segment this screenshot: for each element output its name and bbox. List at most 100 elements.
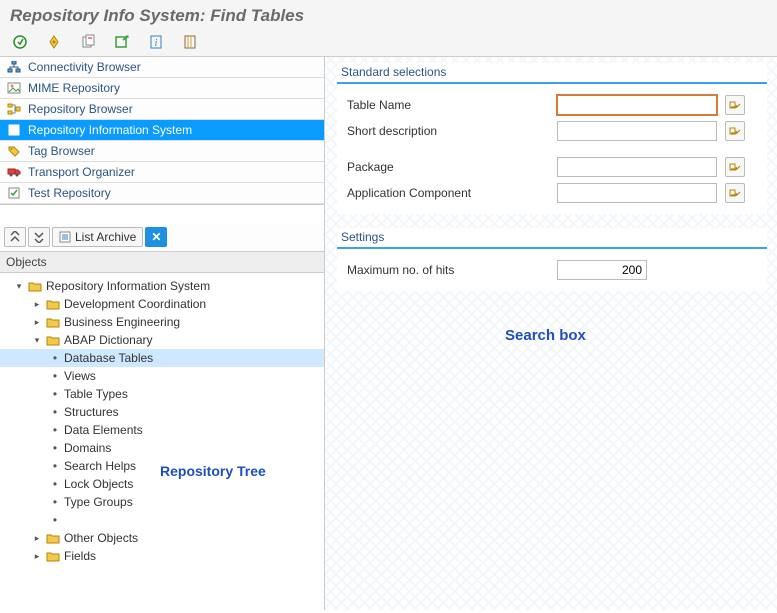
twisty-open-icon[interactable]: ▾	[14, 281, 24, 291]
nav-item-label: Repository Browser	[28, 102, 133, 116]
twisty-closed-icon[interactable]: ▸	[32, 533, 42, 543]
svg-text:i: i	[13, 126, 15, 135]
layout-icon[interactable]	[182, 34, 198, 50]
objects-header: Objects	[0, 252, 324, 273]
input-maxHits[interactable]	[557, 260, 647, 280]
standard-selections-group: Standard selections Table Name Short des…	[337, 63, 767, 214]
tree-label: ABAP Dictionary	[64, 333, 152, 347]
settings-group: Settings Maximum no. of hits	[337, 228, 767, 291]
tree-label: Structures	[64, 405, 119, 419]
bullet-icon: •	[50, 513, 60, 527]
folder-icon	[46, 316, 60, 328]
image-icon	[6, 81, 22, 95]
tree-label: Database Tables	[64, 351, 153, 365]
tree-row[interactable]: • Views	[0, 367, 324, 385]
tree-row[interactable]: • Structures	[0, 403, 324, 421]
repository-tree[interactable]: Repository Tree ▾Repository Information …	[0, 273, 324, 610]
label-maxHits: Maximum no. of hits	[347, 263, 557, 277]
twisty-closed-icon[interactable]: ▸	[32, 299, 42, 309]
bullet-icon: •	[50, 441, 60, 455]
tree-row[interactable]: ▸ Development Coordination	[0, 295, 324, 313]
truck-icon	[6, 165, 22, 179]
bullet-icon: •	[50, 387, 60, 401]
tree-label: Table Types	[64, 387, 128, 401]
input-package[interactable]	[557, 157, 717, 177]
nav-item-label: Transport Organizer	[28, 165, 135, 179]
twisty-closed-icon[interactable]: ▸	[32, 317, 42, 327]
execute-icon[interactable]	[12, 34, 28, 50]
form-row-package: Package	[337, 154, 767, 180]
nav-item-label: Connectivity Browser	[28, 60, 141, 74]
tree-row[interactable]: ▸Other Objects	[0, 529, 324, 547]
mid-toolbar: List Archive ✕	[0, 223, 324, 252]
tree-row[interactable]: • Table Types	[0, 385, 324, 403]
bullet-icon: •	[50, 405, 60, 419]
expand-all-button[interactable]	[28, 227, 50, 247]
bullet-icon: •	[50, 423, 60, 437]
folder-icon	[28, 280, 42, 292]
tree-icon	[6, 102, 22, 116]
tree-row[interactable]: •Domains	[0, 439, 324, 457]
tree-row[interactable]: ▸Fields	[0, 547, 324, 565]
info-icon[interactable]: i	[148, 34, 164, 50]
nav-item-tag-browser[interactable]: Tag Browser	[0, 141, 324, 162]
bullet-icon: •	[50, 369, 60, 383]
multiple-selection-button[interactable]	[725, 121, 745, 141]
input-shortDesc[interactable]	[557, 121, 717, 141]
multiple-selection-button[interactable]	[725, 183, 745, 203]
list-archive-label: List Archive	[75, 230, 136, 244]
close-panel-button[interactable]: ✕	[145, 227, 167, 247]
nav-item-repository-information-system[interactable]: i Repository Information System	[0, 120, 324, 141]
page-title: Repository Info System: Find Tables	[0, 0, 777, 30]
copy-icon[interactable]	[80, 34, 96, 50]
input-appComp[interactable]	[557, 183, 717, 203]
multiple-selection-button[interactable]	[725, 157, 745, 177]
left-pane: Connectivity Browser MIME Repository Repos…	[0, 57, 325, 610]
nav-item-mime-repository[interactable]: MIME Repository	[0, 78, 324, 99]
test-icon	[6, 186, 22, 200]
tree-row[interactable]: •Data Elements	[0, 421, 324, 439]
nav-item-connectivity-browser[interactable]: Connectivity Browser	[0, 57, 324, 78]
tree-row[interactable]: ▾ Repository Information System	[0, 277, 324, 295]
form-row-maxHits: Maximum no. of hits	[337, 257, 767, 283]
folder-icon	[46, 298, 60, 310]
tree-row[interactable]: •	[0, 511, 324, 529]
nav-item-test-repository[interactable]: Test Repository	[0, 183, 324, 204]
navigation-list: Connectivity Browser MIME Repository Repos…	[0, 57, 324, 205]
label-appComp: Application Component	[347, 186, 557, 200]
form-row-shortDesc: Short description	[337, 118, 767, 144]
tree-label: Views	[64, 369, 96, 383]
annotation-search-box: Search box	[505, 327, 586, 344]
tree-row[interactable]: ▸ Business Engineering	[0, 313, 324, 331]
hierarchy-icon	[6, 60, 22, 74]
tree-row[interactable]: ▾ ABAP Dictionary	[0, 331, 324, 349]
form-row-appComp: Application Component	[337, 180, 767, 206]
nav-item-label: Repository Information System	[28, 123, 192, 137]
collapse-all-button[interactable]	[4, 227, 26, 247]
list-archive-button[interactable]: List Archive	[52, 227, 143, 247]
folder-icon	[46, 550, 60, 562]
variant-icon[interactable]	[46, 34, 62, 50]
nav-item-label: MIME Repository	[28, 81, 120, 95]
label-tableName: Table Name	[347, 98, 557, 112]
tree-label: Repository Information System	[46, 279, 210, 293]
multiple-selection-button[interactable]	[725, 95, 745, 115]
nav-item-repository-browser[interactable]: Repository Browser	[0, 99, 324, 120]
tree-row[interactable]: •Lock Objects	[0, 475, 324, 493]
main-toolbar: i	[0, 30, 777, 57]
label-shortDesc: Short description	[347, 124, 557, 138]
tree-row[interactable]: • Type Groups	[0, 493, 324, 511]
tree-label: Business Engineering	[64, 315, 180, 329]
twisty-closed-icon[interactable]: ▸	[32, 551, 42, 561]
twisty-open-icon[interactable]: ▾	[32, 335, 42, 345]
nav-item-transport-organizer[interactable]: Transport Organizer	[0, 162, 324, 183]
tree-label: Development Coordination	[64, 297, 206, 311]
bullet-icon: •	[50, 495, 60, 509]
right-pane: Standard selections Table Name Short des…	[325, 57, 777, 610]
tree-row[interactable]: •Database Tables	[0, 349, 324, 367]
input-tableName[interactable]	[557, 95, 717, 115]
selections-icon[interactable]	[114, 34, 130, 50]
tree-label: Type Groups	[64, 495, 133, 509]
bullet-icon: •	[50, 459, 60, 473]
tree-row[interactable]: •Search Helps	[0, 457, 324, 475]
